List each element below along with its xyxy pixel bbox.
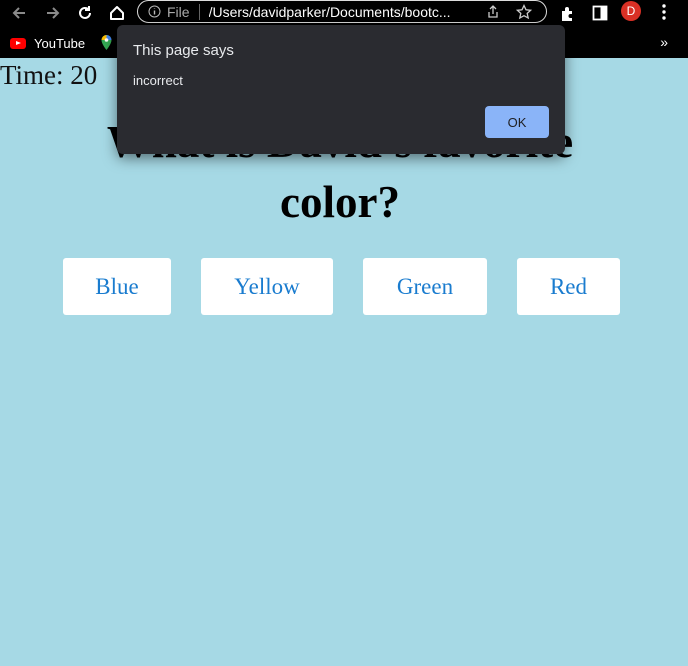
file-label: File bbox=[167, 3, 190, 20]
dialog-message: incorrect bbox=[133, 73, 183, 88]
address-bar[interactable]: File /Users/davidparker/Documents/bootc.… bbox=[137, 0, 547, 23]
maps-icon[interactable] bbox=[100, 34, 113, 54]
answer-button-blue[interactable]: Blue bbox=[63, 258, 171, 315]
dialog-title: This page says bbox=[133, 42, 234, 59]
side-panel-icon[interactable] bbox=[592, 5, 608, 26]
profile-initial: D bbox=[626, 4, 636, 18]
browser-toolbar: File /Users/davidparker/Documents/bootc.… bbox=[0, 0, 688, 28]
profile-avatar[interactable]: D bbox=[621, 1, 641, 21]
omnibox-separator bbox=[198, 3, 200, 20]
bookmark-star-icon[interactable] bbox=[515, 3, 532, 20]
alert-dialog: This page says incorrect OK bbox=[117, 25, 565, 154]
answer-button-green[interactable]: Green bbox=[363, 258, 487, 315]
bookmark-youtube[interactable]: YouTube bbox=[10, 36, 85, 51]
home-icon[interactable] bbox=[106, 2, 128, 24]
bookmarks-overflow-button[interactable]: » bbox=[660, 34, 668, 50]
answer-button-red[interactable]: Red bbox=[517, 258, 620, 315]
bookmark-label: YouTube bbox=[34, 35, 86, 51]
url-text[interactable]: /Users/davidparker/Documents/bootc... bbox=[209, 4, 474, 20]
reload-icon[interactable] bbox=[74, 2, 96, 24]
menu-icon[interactable] bbox=[660, 3, 668, 26]
forward-icon[interactable] bbox=[42, 2, 64, 24]
answer-button-yellow[interactable]: Yellow bbox=[201, 258, 333, 315]
timer-text: Time: 20 bbox=[0, 60, 98, 90]
back-icon[interactable] bbox=[8, 2, 30, 24]
youtube-icon bbox=[10, 37, 26, 49]
share-icon[interactable] bbox=[486, 4, 500, 19]
extensions-icon[interactable] bbox=[559, 5, 576, 27]
ok-button[interactable]: OK bbox=[485, 106, 549, 138]
info-icon[interactable] bbox=[148, 5, 161, 18]
